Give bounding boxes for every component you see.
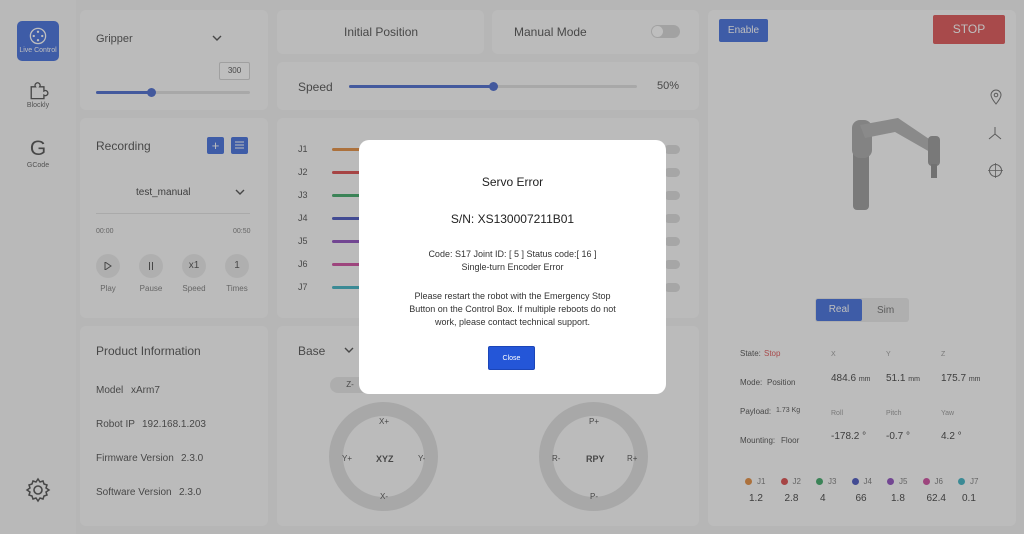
- error-instructions: Please restart the robot with the Emerge…: [409, 291, 616, 327]
- serial-number: S/N: XS130007211B01: [450, 212, 575, 226]
- error-code-line: Code: S17 Joint ID: [ 5 ] Status code:[ …: [428, 249, 597, 259]
- dialog-title: Servo Error: [481, 175, 544, 189]
- servo-error-dialog: Servo Error S/N: XS130007211B01 Code: S1…: [359, 140, 666, 394]
- close-button[interactable]: Close: [488, 346, 535, 370]
- error-description: Single-turn Encoder Error: [461, 262, 564, 272]
